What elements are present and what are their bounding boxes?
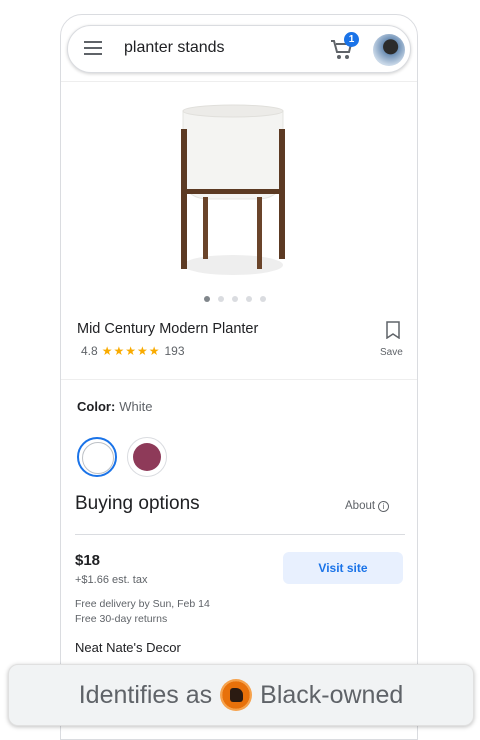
carousel-dot[interactable] xyxy=(232,296,238,302)
buying-options-heading: Buying options xyxy=(75,493,200,514)
product-title: Mid Century Modern Planter xyxy=(77,321,259,337)
review-count: 193 xyxy=(164,344,185,358)
returns-info: Free 30-day returns xyxy=(75,613,168,625)
info-icon: i xyxy=(378,500,390,512)
menu-icon[interactable] xyxy=(84,41,102,55)
phone-screen: planter stands 1 Mid Century Modern Plan… xyxy=(60,14,418,740)
black-owned-banner: Identifies as Black-owned xyxy=(8,664,474,726)
bookmark-icon[interactable] xyxy=(386,321,400,339)
banner-text-before: Identifies as xyxy=(78,680,213,709)
divider xyxy=(61,379,417,380)
image-carousel-dots xyxy=(204,296,266,304)
carousel-dot[interactable] xyxy=(218,296,224,302)
divider xyxy=(75,534,405,535)
black-owned-icon xyxy=(220,679,253,711)
carousel-dot[interactable] xyxy=(204,296,210,302)
save-label[interactable]: Save xyxy=(380,347,403,358)
search-bar[interactable]: planter stands 1 xyxy=(67,25,411,73)
tax-estimate: +$1.66 est. tax xyxy=(75,574,148,586)
rating-row[interactable]: 4.8 ★★★★★ 193 xyxy=(81,344,185,358)
search-input[interactable]: planter stands xyxy=(124,39,225,57)
color-swatch-white[interactable] xyxy=(77,437,117,477)
banner-text-after: Black-owned xyxy=(260,680,404,709)
about-link[interactable]: About i xyxy=(345,500,390,512)
color-value: White xyxy=(119,399,153,414)
cart-count-badge: 1 xyxy=(344,32,359,47)
rating-value: 4.8 xyxy=(81,344,98,358)
delivery-info: Free delivery by Sun, Feb 14 xyxy=(75,598,210,610)
color-label: Color: White xyxy=(77,399,153,414)
divider xyxy=(61,81,417,82)
avatar[interactable] xyxy=(373,34,405,66)
seller-name[interactable]: Neat Nate's Decor xyxy=(75,640,181,655)
color-swatch-plum[interactable] xyxy=(127,437,167,477)
visit-site-button[interactable]: Visit site xyxy=(283,552,403,584)
price: $18 xyxy=(75,552,101,569)
star-rating-icon: ★★★★★ xyxy=(101,344,161,358)
product-image[interactable] xyxy=(161,97,301,277)
carousel-dot[interactable] xyxy=(246,296,252,302)
carousel-dot[interactable] xyxy=(260,296,266,302)
